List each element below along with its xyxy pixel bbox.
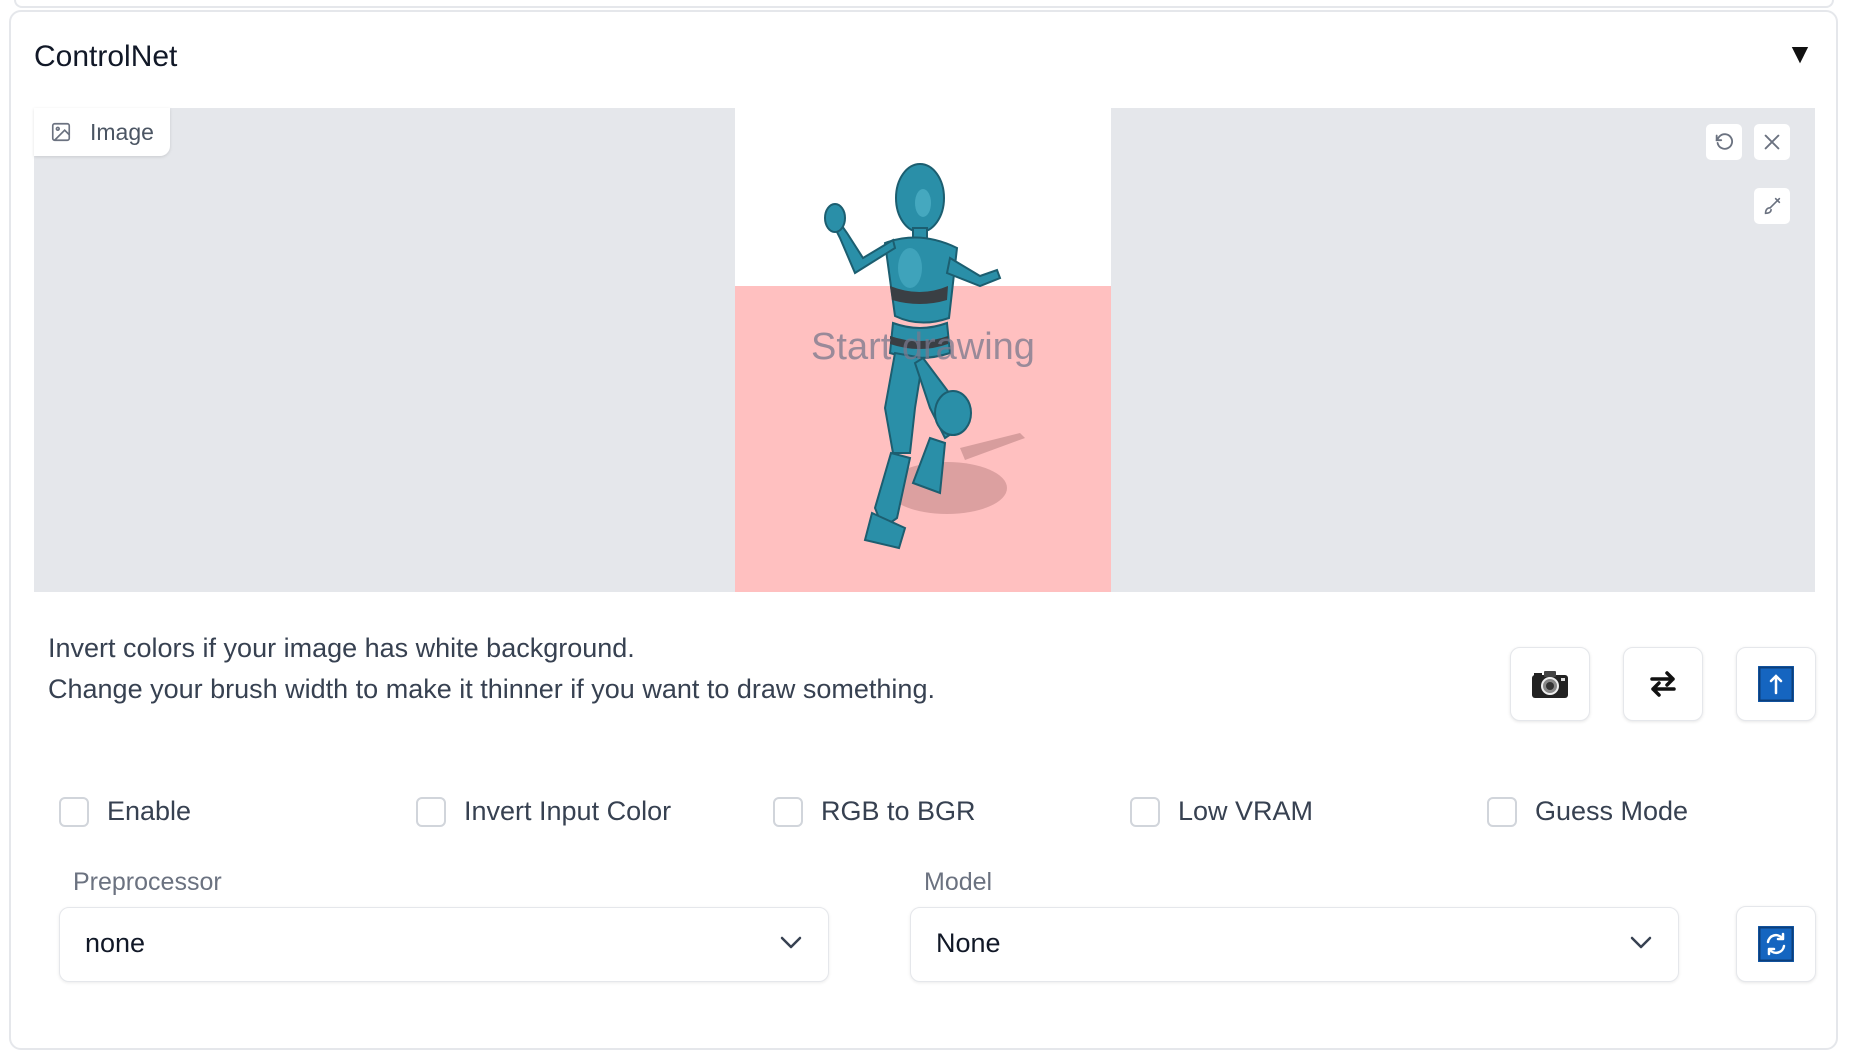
refresh-icon (1758, 926, 1794, 962)
swap-button[interactable] (1623, 647, 1703, 721)
checkbox-box[interactable] (1130, 796, 1160, 827)
checkbox-label: Guess Mode (1535, 796, 1689, 826)
image-label: Image (34, 108, 170, 156)
model-label: Model (924, 868, 993, 896)
hint-line-1: Invert colors if your image has white ba… (48, 633, 635, 663)
upload-icon (1758, 666, 1794, 702)
invert-input-color-checkbox[interactable]: Invert Input Color (416, 796, 671, 827)
image-input-area[interactable]: Image Start drawing (34, 108, 1815, 592)
guess-mode-checkbox[interactable]: Guess Mode (1487, 796, 1688, 827)
camera-button[interactable] (1510, 647, 1590, 721)
model-value: None (936, 928, 1001, 958)
image-label-text: Image (90, 118, 154, 145)
preprocessor-value: none (85, 928, 146, 958)
brush-button[interactable] (1753, 187, 1791, 225)
hint-text: Invert colors if your image has white ba… (48, 628, 935, 710)
swap-arrows-icon (1650, 671, 1676, 697)
chevron-down-icon (780, 936, 802, 949)
chevron-down-icon (1630, 936, 1652, 949)
refresh-models-button[interactable] (1736, 906, 1816, 982)
checkbox-box[interactable] (416, 796, 446, 827)
checkbox-label: RGB to BGR (821, 796, 976, 826)
camera-icon (1532, 671, 1568, 698)
hint-line-2: Change your brush width to make it thinn… (48, 674, 935, 704)
canvas-placeholder: Start drawing (811, 326, 1035, 368)
checkbox-box[interactable] (773, 796, 803, 827)
upload-button[interactable] (1736, 647, 1816, 721)
previous-panel-edge (14, 0, 1834, 8)
rgb-to-bgr-checkbox[interactable]: RGB to BGR (773, 796, 976, 827)
clear-button[interactable] (1753, 123, 1791, 161)
undo-icon (1715, 133, 1734, 150)
checkbox-box[interactable] (1487, 796, 1517, 827)
preprocessor-label: Preprocessor (73, 868, 222, 896)
collapse-arrow-icon[interactable]: ▼ (1784, 38, 1816, 70)
brush-icon (1764, 197, 1781, 215)
image-icon (51, 122, 71, 142)
model-select[interactable]: None (910, 907, 1679, 982)
checkbox-label: Low VRAM (1178, 796, 1314, 826)
checkbox-label: Enable (107, 796, 192, 826)
enable-checkbox[interactable]: Enable (59, 796, 191, 827)
panel-title: ControlNet (34, 40, 178, 73)
checkbox-label: Invert Input Color (464, 796, 672, 826)
low-vram-checkbox[interactable]: Low VRAM (1130, 796, 1313, 827)
close-icon (1764, 134, 1780, 150)
preprocessor-select[interactable]: none (59, 907, 829, 982)
options-row: Enable Invert Input Color RGB to BGR Low… (0, 796, 1850, 832)
checkbox-box[interactable] (59, 796, 89, 827)
undo-button[interactable] (1705, 123, 1743, 161)
drawing-canvas[interactable]: Start drawing (735, 108, 1111, 592)
